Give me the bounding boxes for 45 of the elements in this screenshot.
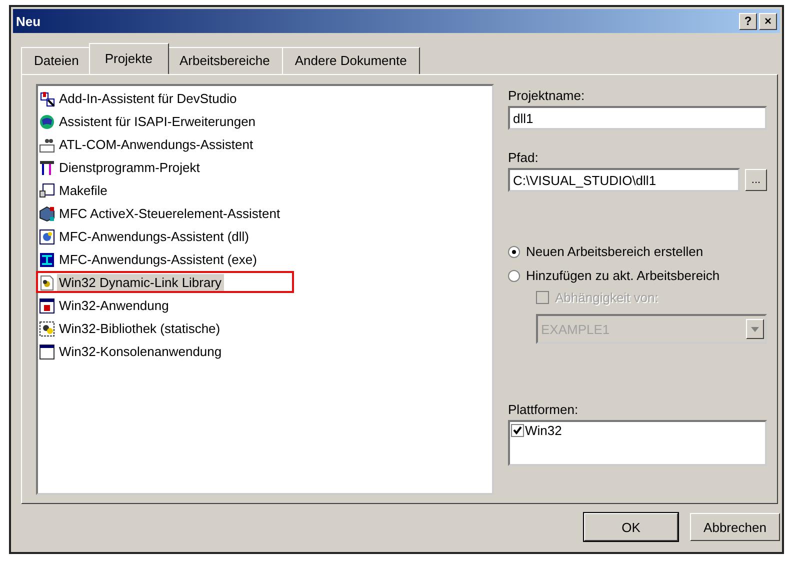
tab[interactable]: Dateien — [21, 47, 92, 74]
close-button[interactable]: × — [759, 12, 777, 30]
radio-label: Hinzufügen zu akt. Arbeitsbereich — [526, 268, 720, 283]
network-icon — [39, 252, 55, 268]
radio-label: Neuen Arbeitsbereich erstellen — [526, 244, 704, 259]
project-type-item[interactable]: MFC-Anwendungs-Assistent (dll) — [57, 228, 252, 245]
project-type-item[interactable]: Assistent für ISAPI-Erweiterungen — [57, 113, 258, 130]
document-icon — [39, 182, 55, 198]
window-title: Neu — [16, 14, 41, 28]
component-icon — [39, 136, 55, 152]
dialog-button[interactable]: Abbrechen — [690, 513, 780, 541]
tools-icon — [39, 160, 55, 176]
project-type-item[interactable]: MFC-Anwendungs-Assistent (exe) — [57, 251, 259, 268]
library-icon — [39, 320, 55, 336]
input-field[interactable]: C:\VISUAL_STUDIO\dll1 — [508, 168, 740, 192]
project-type-item[interactable]: Win32-Anwendung — [57, 297, 171, 314]
radio-button[interactable] — [508, 246, 520, 258]
window-icon — [39, 298, 55, 314]
project-type-item[interactable]: Add-In-Assistent für DevStudio — [57, 90, 239, 107]
field-label: Plattformen: — [508, 402, 580, 417]
browse-button[interactable]: ... — [745, 169, 767, 191]
project-type-item[interactable]: Win32-Konsolenanwendung — [57, 343, 224, 360]
project-type-item[interactable]: Makefile — [57, 182, 110, 199]
project-type-item[interactable]: Win32 Dynamic-Link Library — [57, 274, 224, 291]
platform-label: Win32 — [525, 423, 562, 438]
control-icon — [39, 206, 55, 222]
app-window-icon — [39, 228, 55, 244]
tab[interactable]: Andere Dokumente — [282, 47, 420, 74]
project-type-item[interactable]: MFC ActiveX-Steuerelement-Assistent — [57, 205, 282, 222]
dialog-button[interactable]: OK — [584, 513, 678, 541]
field-label: Projektname: — [508, 88, 586, 103]
console-icon — [39, 344, 55, 360]
field-label: Pfad: — [508, 150, 540, 165]
globe-icon — [39, 114, 55, 130]
project-type-item[interactable]: Dienstprogramm-Projekt — [57, 159, 202, 176]
caret-icon — [751, 326, 759, 332]
checkbox[interactable] — [511, 424, 524, 437]
help-button[interactable]: ? — [739, 12, 757, 30]
library-icon — [39, 274, 55, 290]
wizard-icon — [39, 90, 55, 106]
project-type-item[interactable]: Win32-Bibliothek (statische) — [57, 320, 222, 337]
radio-button[interactable] — [508, 270, 520, 282]
tab[interactable]: Projekte — [88, 43, 169, 74]
input-field[interactable]: dll1 — [508, 106, 767, 130]
project-type-item[interactable]: ATL-COM-Anwendungs-Assistent — [57, 136, 256, 153]
